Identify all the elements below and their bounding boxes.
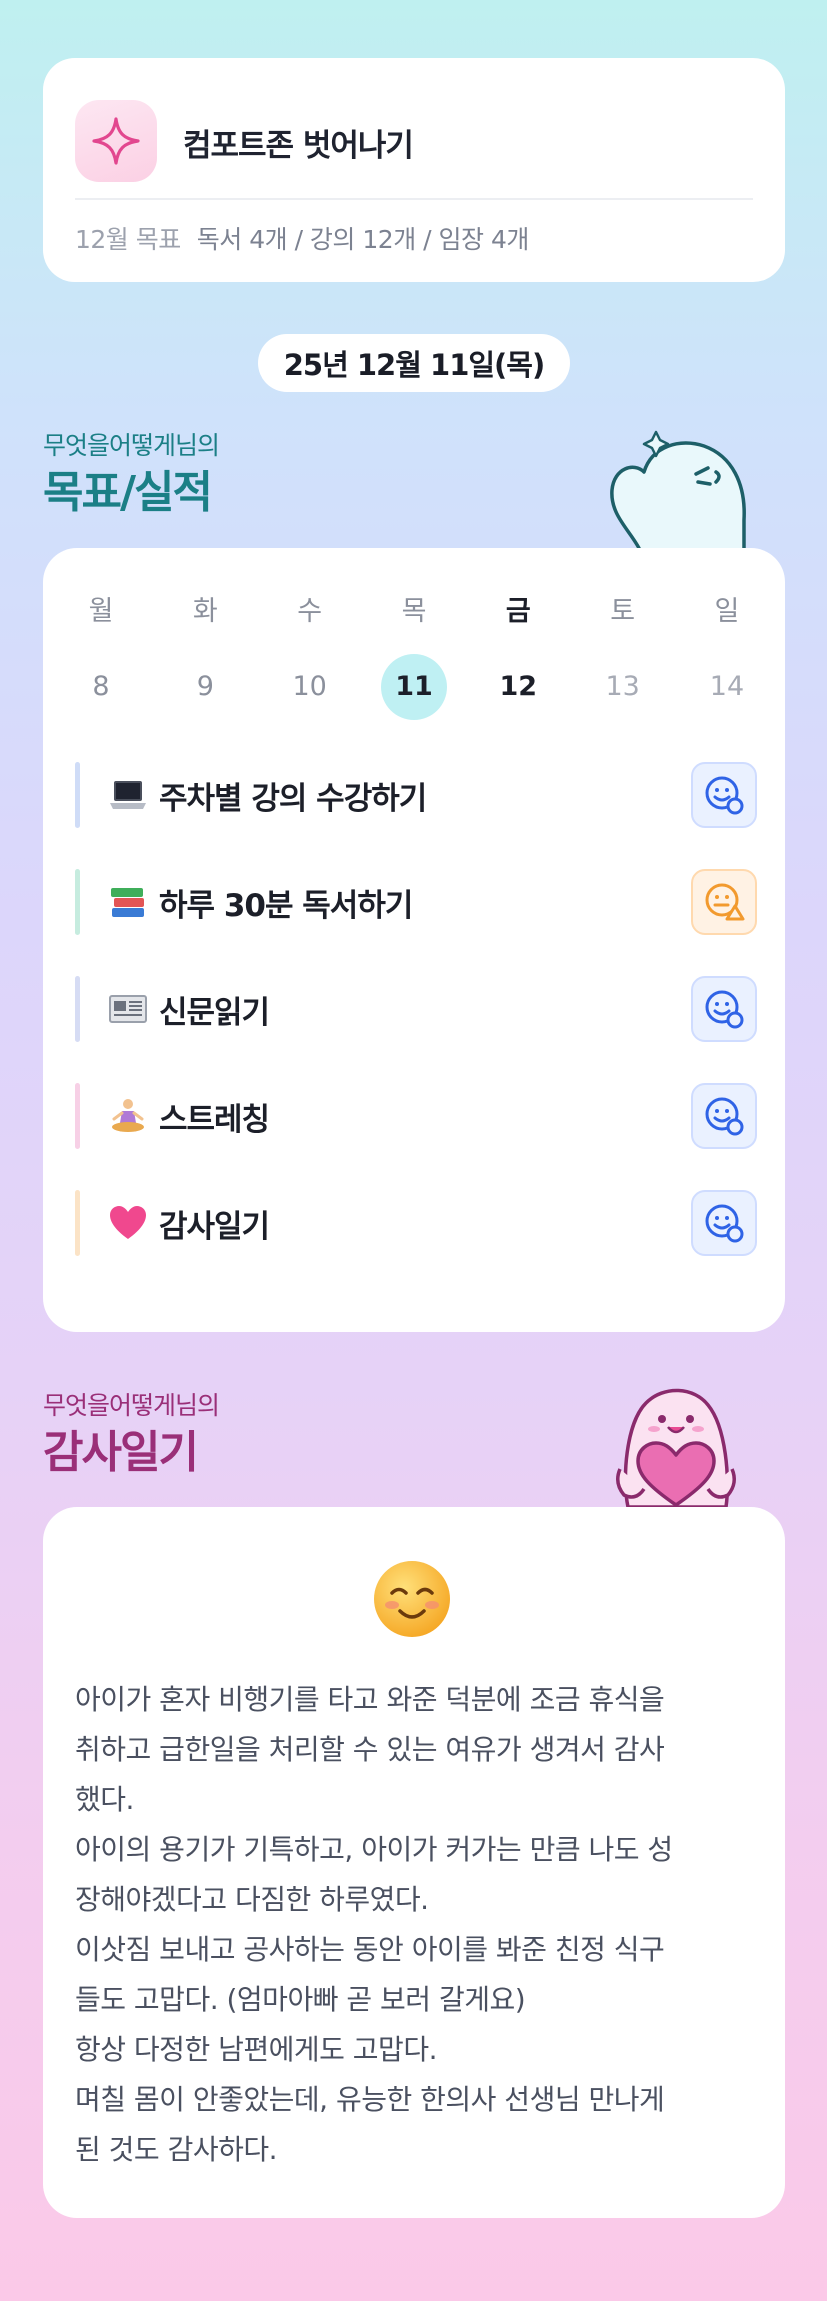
task-list: 주차별 강의 수강하기 하루 30분 독서하기 신문읽기 스트레칭 감사일기 — [75, 762, 757, 1297]
date-selector[interactable]: 25년 12월 11일(목) — [258, 334, 570, 392]
diary-line: 된 것도 감사하다. — [75, 2133, 278, 2166]
day-wed[interactable]: 수 10 — [274, 592, 346, 720]
heart-mascot-icon — [616, 1388, 736, 1507]
task-label: 주차별 강의 수강하기 — [159, 780, 427, 817]
week-calendar: 월 8 화 9 수 10 목 11 금 12 토 13 일 14 — [43, 592, 785, 720]
gratitude-diary-card[interactable]: 아이가 혼자 비행기를 타고 와준 덕분에 조금 휴식을 취하고 급한일을 처리… — [43, 1507, 785, 2218]
day-number: 14 — [709, 671, 745, 702]
day-fri[interactable]: 금 12 — [482, 592, 554, 720]
task-color-bar — [75, 976, 80, 1042]
task-color-bar — [75, 869, 80, 935]
ghost-mascot-icon — [610, 430, 746, 550]
monthly-goal: 12월 목표 독서 4개 / 강의 12개 / 임장 4개 — [75, 220, 529, 256]
meditation-icon — [107, 1095, 149, 1137]
day-number: 13 — [605, 671, 640, 702]
smiling-face-icon — [370, 1557, 454, 1641]
diary-section-title: 감사일기 — [43, 1427, 199, 1478]
diary-line: 아이의 용기가 기특하고, 아이가 커가는 만큼 나도 성 — [75, 1833, 673, 1866]
task-color-bar — [75, 1190, 80, 1256]
weekday-label: 월 — [88, 596, 114, 627]
task-label: 하루 30분 독서하기 — [159, 887, 413, 924]
day-sat[interactable]: 토 13 — [587, 592, 659, 720]
sparkle-icon — [75, 100, 157, 182]
goal-text: 독서 4개 / 강의 12개 / 임장 4개 — [196, 225, 530, 254]
diary-line: 이삿짐 보내고 공사하는 동안 아이를 봐준 친정 식구 — [75, 1933, 665, 1966]
day-sun[interactable]: 일 14 — [691, 592, 763, 720]
diary-line: 했다. — [75, 1783, 134, 1816]
diary-text: 아이가 혼자 비행기를 타고 와준 덕분에 조금 휴식을 취하고 급한일을 처리… — [75, 1675, 761, 2175]
day-thu[interactable]: 목 11 — [378, 592, 450, 720]
divider — [75, 198, 753, 200]
diary-line: 장해야겠다고 다짐한 하루였다. — [75, 1883, 429, 1916]
day-mon[interactable]: 월 8 — [65, 592, 137, 720]
diary-line: 들도 고맙다. (엄마아빠 곧 보러 갈게요) — [75, 1983, 526, 2016]
challenge-card[interactable]: 컴포트존 벗어나기 12월 목표 독서 4개 / 강의 12개 / 임장 4개 — [43, 58, 785, 282]
day-number: 8 — [92, 671, 110, 702]
weekday-label: 화 — [192, 596, 218, 627]
status-smile-check-icon[interactable] — [691, 976, 757, 1042]
task-item[interactable]: 신문읽기 — [75, 976, 757, 1042]
books-icon — [107, 881, 149, 923]
status-neutral-warning-icon[interactable] — [691, 869, 757, 935]
status-smile-check-icon[interactable] — [691, 1083, 757, 1149]
task-color-bar — [75, 1083, 80, 1149]
weekday-label: 수 — [297, 596, 323, 627]
goals-section-title: 목표/실적 — [43, 467, 213, 518]
status-smile-check-icon[interactable] — [691, 1190, 757, 1256]
goal-label: 12월 목표 — [75, 225, 181, 254]
newspaper-icon — [107, 988, 149, 1030]
weekday-label: 목 — [401, 596, 427, 627]
task-label: 감사일기 — [159, 1208, 270, 1245]
day-number: 12 — [499, 671, 538, 702]
heart-icon — [107, 1202, 149, 1244]
status-smile-check-icon[interactable] — [691, 762, 757, 828]
weekday-label: 금 — [505, 596, 531, 627]
day-number: 10 — [292, 671, 327, 702]
diary-line: 취하고 급한일을 처리할 수 있는 여유가 생겨서 감사 — [75, 1733, 665, 1766]
task-color-bar — [75, 762, 80, 828]
laptop-icon — [107, 774, 149, 816]
day-tue[interactable]: 화 9 — [169, 592, 241, 720]
day-number: 9 — [196, 671, 214, 702]
challenge-title: 컴포트존 벗어나기 — [183, 128, 414, 164]
task-label: 스트레칭 — [159, 1101, 270, 1138]
diary-line: 항상 다정한 남편에게도 고맙다. — [75, 2033, 437, 2066]
task-label: 신문읽기 — [159, 994, 270, 1031]
task-item[interactable]: 스트레칭 — [75, 1083, 757, 1149]
weekday-label: 일 — [714, 596, 740, 627]
diary-line: 아이가 혼자 비행기를 타고 와준 덕분에 조금 휴식을 — [75, 1683, 665, 1716]
task-item[interactable]: 감사일기 — [75, 1190, 757, 1256]
diary-line: 며칠 몸이 안좋았는데, 유능한 한의사 선생님 만나게 — [75, 2083, 665, 2116]
task-item[interactable]: 주차별 강의 수강하기 — [75, 762, 757, 828]
day-number-today: 11 — [380, 654, 447, 720]
weekday-label: 토 — [610, 596, 636, 627]
task-item[interactable]: 하루 30분 독서하기 — [75, 869, 757, 935]
goals-card: 월 8 화 9 수 10 목 11 금 12 토 13 일 14 주차별 강의 … — [43, 548, 785, 1332]
